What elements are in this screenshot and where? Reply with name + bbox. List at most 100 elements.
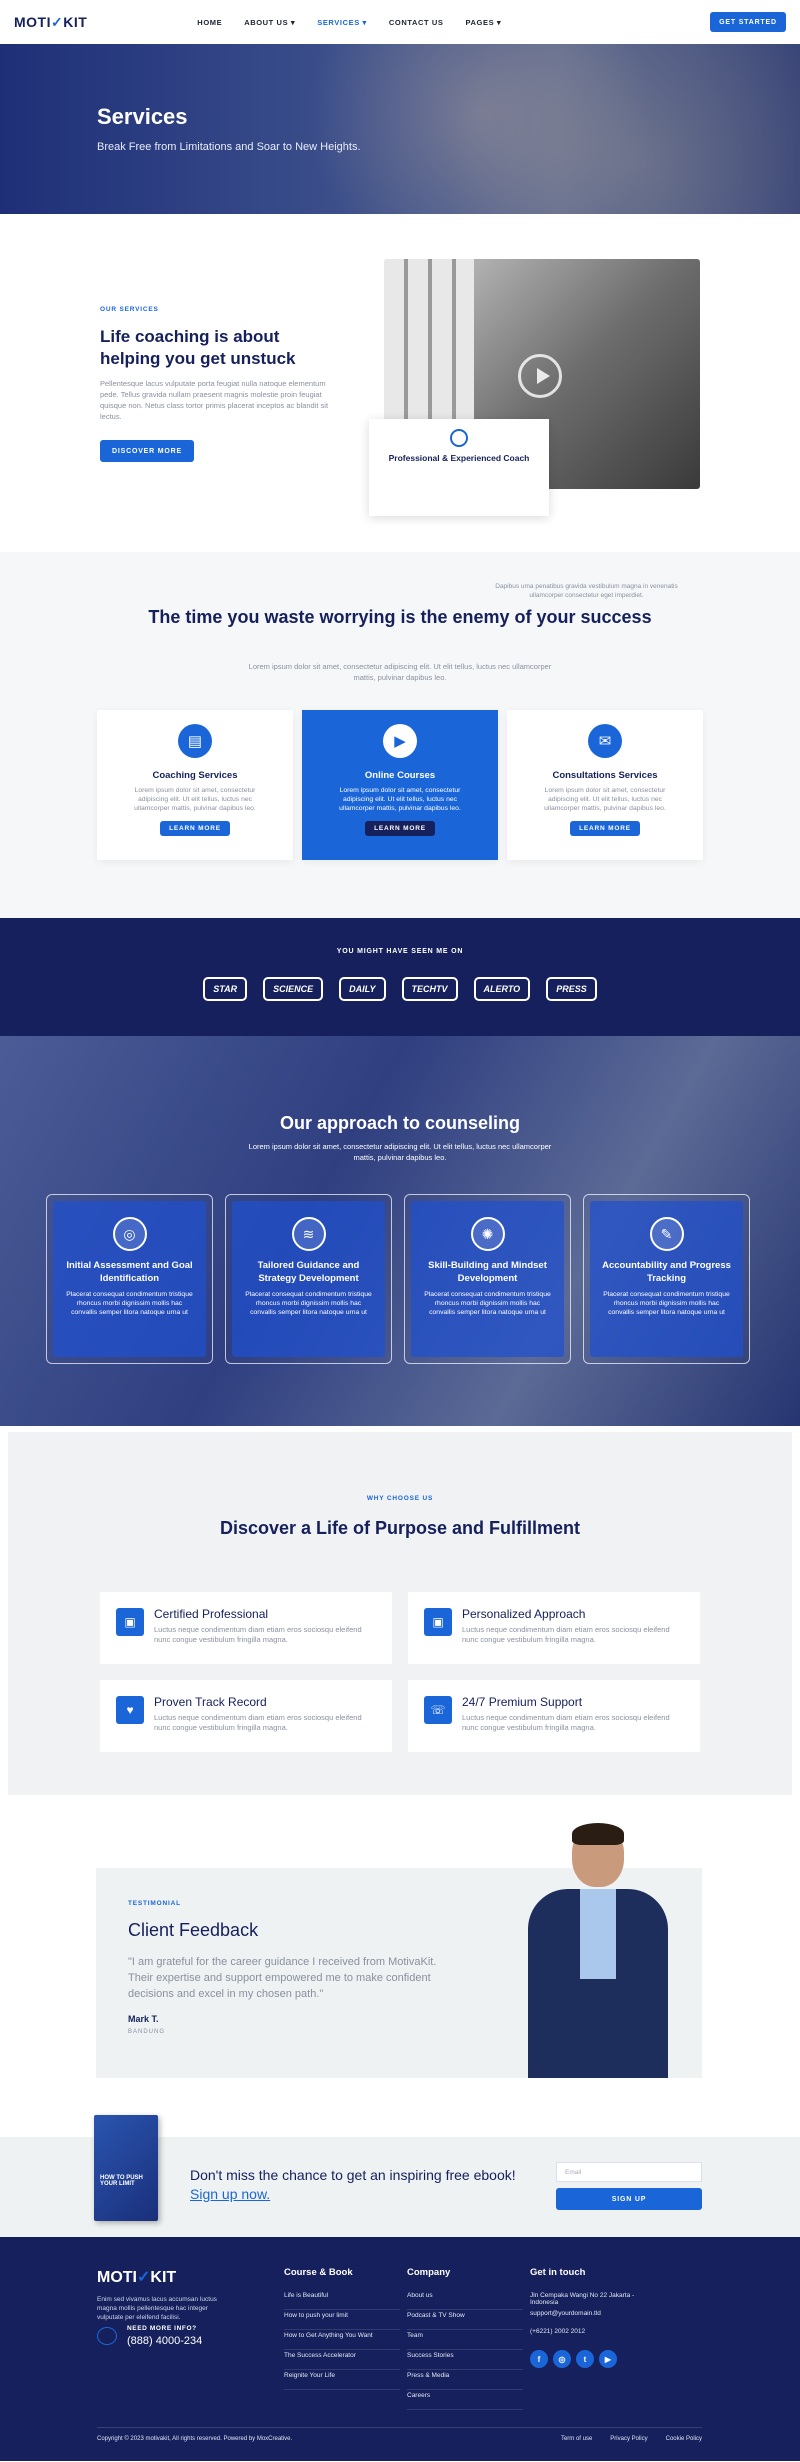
support-icon: ☏ — [424, 1696, 452, 1724]
feature-title: 24/7 Premium Support — [462, 1695, 583, 1709]
brain-icon: ✺ — [470, 1217, 505, 1251]
coach-card: Professional & Experienced Coach Dapibus… — [369, 419, 678, 599]
footer-link[interactable]: Team — [407, 2330, 523, 2350]
learn-more-button[interactable]: LEARN MORE — [160, 821, 230, 836]
learn-more-button[interactable]: LEARN MORE — [365, 821, 435, 836]
play-video-icon[interactable] — [518, 354, 562, 398]
approach-card-body: Placerat consequat condimentum tristique… — [424, 1291, 551, 1316]
service-card: ▤ Coaching Services Lorem ipsum dolor si… — [97, 710, 293, 860]
footer-col-title: Course & Book — [284, 2267, 353, 2278]
service-card-title: Coaching Services — [152, 770, 238, 781]
site-header: MOTI ✓ KIT HOME ABOUT US ▾ SERVICES ▾ CONT… — [0, 0, 800, 44]
footer-col-title: Get in touch — [530, 2267, 586, 2278]
site-footer: MOTI✓KIT Enim sed vivamus lacus accumsan… — [0, 2237, 800, 2461]
media-logos: STAR SCIENCE DAILY TECHTV ALERTO PRESS — [0, 977, 800, 1001]
email-field[interactable]: Email — [556, 2162, 702, 2182]
footer-link[interactable]: How to Get Anything You Want — [284, 2330, 400, 2350]
media-logo: DAILY — [339, 977, 386, 1001]
need-info-label: NEED MORE INFO? — [127, 2325, 197, 2332]
approach-card-body: Placerat consequat condimentum tristique… — [245, 1291, 372, 1316]
check-icon: ✓ — [51, 13, 64, 30]
nav-services[interactable]: SERVICES ▾ — [317, 18, 367, 27]
footer-bottom: Copyright © 2023 motivakit, All rights r… — [97, 2436, 702, 2442]
user-card-icon: ▣ — [424, 1608, 452, 1636]
footer-description: Enim sed vivamus lacus accumsan luctus m… — [97, 2296, 217, 2321]
footer-address: Jln Cempaka Wangi No 22 Jakarta - Indone… — [530, 2292, 635, 2306]
hero-banner: Services Break Free from Limitations and… — [0, 44, 800, 214]
privacy-link[interactable]: Privacy Policy — [610, 2436, 647, 2442]
footer-company: Company About us Podcast & TV Show Team … — [407, 2267, 523, 2410]
feature-card: ♥ Proven Track Record Luctus neque condi… — [100, 1680, 392, 1752]
footer-link[interactable]: Success Stories — [407, 2350, 523, 2370]
feature-title: Proven Track Record — [154, 1695, 267, 1709]
approach-body: Lorem ipsum dolor sit amet, consectetur … — [248, 1142, 552, 1162]
footer-tel[interactable]: (+6221) 2002 2012 — [530, 2326, 646, 2344]
footer-courses: Course & Book Life is Beautiful How to p… — [284, 2267, 400, 2390]
feature-body: Luctus neque condimentum diam etiam eros… — [154, 1713, 362, 1732]
sign-up-link[interactable]: Sign up now. — [190, 2186, 270, 2202]
feature-card: ▣ Personalized Approach Luctus neque con… — [408, 1592, 700, 1664]
footer-link[interactable]: Life is Beautiful — [284, 2290, 400, 2310]
instagram-icon[interactable]: ◎ — [553, 2350, 571, 2368]
twitter-icon[interactable]: t — [576, 2350, 594, 2368]
cookie-link[interactable]: Cookie Policy — [666, 2436, 702, 2442]
footer-phone[interactable]: (888) 4000-234 — [127, 2335, 202, 2347]
feature-body: Luctus neque condimentum diam etiam eros… — [462, 1713, 670, 1732]
approach-card-body: Placerat consequat condimentum tristique… — [66, 1291, 193, 1316]
approach-card-title: Skill-Building and Mindset Development — [428, 1260, 547, 1284]
approach-card: ✺ Skill-Building and Mindset Development… — [404, 1194, 571, 1364]
youtube-icon[interactable]: ▶ — [599, 2350, 617, 2368]
service-card: ▶ Online Courses Lorem ipsum dolor sit a… — [302, 710, 498, 860]
footer-link[interactable]: The Success Accelerator — [284, 2350, 400, 2370]
footer-link[interactable]: About us — [407, 2290, 523, 2310]
nav-about[interactable]: ABOUT US ▾ — [244, 18, 295, 27]
footer-link[interactable]: Press & Media — [407, 2370, 523, 2390]
footer-contact: Get in touch Jln Cempaka Wangi No 22 Jak… — [530, 2267, 646, 2368]
media-logo: STAR — [203, 977, 248, 1001]
testimonial-quote: "I am grateful for the career guidance I… — [128, 1956, 437, 2000]
award-icon — [450, 429, 468, 447]
copyright: Copyright © 2023 motivakit, All rights r… — [97, 2436, 293, 2442]
chat-icon: ✉ — [588, 724, 622, 758]
ebook-cover: HOW TO PUSH YOUR LIMIT — [94, 2115, 158, 2221]
testimonial-location: BANDUNG — [128, 2029, 166, 2035]
learn-more-button[interactable]: LEARN MORE — [570, 821, 640, 836]
footer-link[interactable]: Podcast & TV Show — [407, 2310, 523, 2330]
ebook-signup: HOW TO PUSH YOUR LIMIT Don't miss the ch… — [0, 2115, 800, 2237]
about-title: Life coaching is about helping you get u… — [100, 327, 296, 368]
approach-card: ≋ Tailored Guidance and Strategy Develop… — [225, 1194, 392, 1364]
feature-body: Luctus neque condimentum diam etiam eros… — [154, 1625, 362, 1644]
nav-home[interactable]: HOME — [197, 18, 222, 27]
approach-card-title: Tailored Guidance and Strategy Developme… — [257, 1260, 360, 1284]
terms-link[interactable]: Term of use — [561, 2436, 592, 2442]
why-kicker: WHY CHOOSE US — [366, 1495, 434, 1502]
nav-pages[interactable]: PAGES ▾ — [465, 18, 501, 27]
seen-title: YOU MIGHT HAVE SEEN ME ON — [336, 948, 464, 955]
footer-link[interactable]: Reignite Your Life — [284, 2370, 400, 2390]
approach-title: Our approach to counseling — [279, 1113, 521, 1133]
feature-card: ▣ Certified Professional Luctus neque co… — [100, 1592, 392, 1664]
footer-email[interactable]: support@yourdomain.tld — [530, 2308, 646, 2326]
hero-subtitle: Break Free from Limitations and Soar to … — [97, 141, 361, 153]
coach-card-title: Professional & Experienced Coach — [388, 453, 530, 463]
facebook-icon[interactable]: f — [530, 2350, 548, 2368]
discover-more-button[interactable]: DISCOVER MORE — [100, 440, 194, 462]
nav-contact[interactable]: CONTACT US — [389, 18, 444, 27]
media-logo: SCIENCE — [263, 977, 324, 1001]
checklist-icon: ✎ — [649, 1217, 684, 1251]
approach-card: ✎ Accountability and Progress Tracking P… — [583, 1194, 750, 1364]
testimonial-title: Client Feedback — [128, 1920, 259, 1940]
feature-title: Personalized Approach — [462, 1607, 586, 1621]
logo[interactable]: MOTI ✓ KIT — [14, 14, 87, 31]
footer-link[interactable]: How to push your limit — [284, 2310, 400, 2330]
logo-text-a: MOTI — [14, 14, 51, 30]
media-logo: PRESS — [546, 977, 597, 1001]
feature-title: Certified Professional — [154, 1607, 269, 1621]
why-title: Discover a Life of Purpose and Fulfillme… — [219, 1518, 581, 1538]
footer-link[interactable]: Careers — [407, 2390, 523, 2410]
sign-up-button[interactable]: SIGN UP — [556, 2188, 702, 2210]
ebook-title: Don't miss the chance to get an inspirin… — [190, 2167, 516, 2202]
footer-logo[interactable]: MOTI✓KIT — [97, 2267, 176, 2287]
get-started-button[interactable]: GET STARTED — [710, 12, 786, 32]
feature-body: Luctus neque condimentum diam etiam eros… — [462, 1625, 670, 1644]
